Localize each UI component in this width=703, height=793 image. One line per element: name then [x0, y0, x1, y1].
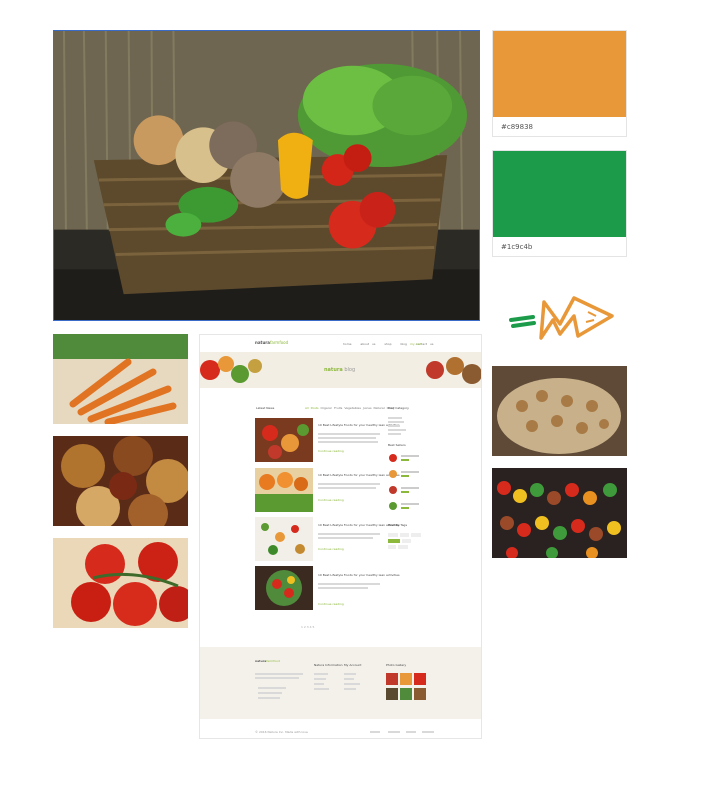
footer-brand: naturafarmfood [255, 659, 280, 663]
footer-gallery-grid [386, 673, 428, 703]
natura-blog-website-mockup: naturafarmfood home about us shop blog c… [199, 334, 482, 739]
swatch-hex-label: #1c9c4b [501, 243, 533, 251]
footer-info-heading: Natura Information [314, 663, 343, 667]
sidebar-category-heading: Post Category [388, 406, 409, 410]
mockup-pagination: 1 2 3 4 5 [301, 625, 315, 629]
mockup-cart: my cart [410, 342, 422, 346]
post-read-more: Continue reading [318, 498, 344, 502]
sidebar-tags-heading: Best By Tags [388, 523, 408, 527]
post-thumbnail [255, 418, 313, 462]
mockup-filters: All Posts Organic Fruits Vegetables Juic… [305, 406, 395, 410]
tag-cloud [388, 533, 423, 549]
post-title: 10 Best Lifestyle Foods for your healthy… [318, 573, 400, 577]
footer-gallery-heading: Photo Gallery [386, 663, 407, 667]
mockup-blog-title: natura blog [324, 367, 356, 373]
post-read-more: Continue reading [318, 449, 344, 453]
color-swatch-orange: #c89838 [492, 30, 627, 137]
post-read-more: Continue reading [318, 602, 344, 606]
hero-vegetable-basket-photo [53, 30, 480, 321]
latest-news-heading: Latest News [256, 406, 275, 410]
swatch-chip [493, 151, 626, 237]
post-thumbnail [255, 517, 313, 561]
swatch-hex-label: #c89838 [501, 123, 533, 131]
carrot-m-logo-icon [508, 290, 616, 346]
nuts-bowl-photo [492, 366, 627, 456]
color-swatch-green: #1c9c4b [492, 150, 627, 257]
footer-account-heading: My Account [344, 663, 362, 667]
post-read-more: Continue reading [318, 547, 344, 551]
post-thumbnail [255, 468, 313, 512]
swatch-chip [493, 31, 626, 117]
cookies-photo [53, 436, 188, 526]
kebab-skewers-photo [492, 468, 627, 558]
bestseller-list [388, 452, 428, 516]
post-thumbnail [255, 566, 313, 610]
mockup-footer [200, 647, 481, 719]
tomatoes-photo [53, 538, 188, 628]
footer-copyright: © 2016 Natura Inc. Made with love [255, 730, 308, 734]
carrots-photo [53, 334, 188, 424]
mockup-brand: naturafarmfood [255, 340, 289, 345]
sidebar-bestsellers-heading: Best Sellers [388, 443, 406, 447]
